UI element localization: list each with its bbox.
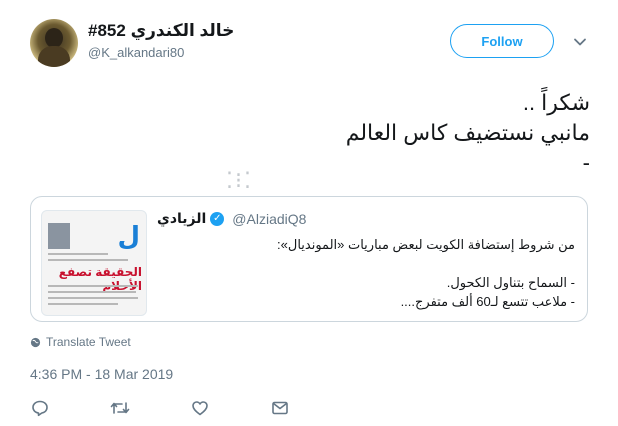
- author-handle[interactable]: @K_alkandari80: [88, 45, 184, 60]
- quoted-display-name: الزيادي: [157, 210, 207, 226]
- retweet-button[interactable]: [110, 398, 130, 418]
- tweet-actions: [30, 398, 300, 418]
- dm-icon: [272, 401, 288, 415]
- thumbnail-headline: الحقيقة تصفع الأحلام: [58, 265, 142, 293]
- chevron-down-icon[interactable]: [573, 35, 587, 49]
- author-display-name[interactable]: #خالد الكندري 852: [88, 21, 234, 41]
- tweet-text: شكراً .. مانبي نستضيف كاس العالم -: [345, 90, 590, 175]
- thumbnail-text-line: [48, 285, 138, 287]
- quoted-tweet-text: من شروط إستضافة الكويت لبعض مباريات «الم…: [277, 237, 575, 309]
- newspaper-logo-icon: ل: [117, 221, 140, 251]
- verified-icon: ✓: [210, 211, 225, 226]
- avatar-silhouette-body: [38, 46, 70, 67]
- quoted-tweet-thumbnail[interactable]: ل الحقيقة تصفع الأحلام: [41, 210, 147, 316]
- thumbnail-photo: [48, 223, 70, 249]
- like-button[interactable]: [190, 398, 210, 418]
- thumbnail-text-line: [48, 303, 118, 305]
- translate-tweet-link[interactable]: Translate Tweet: [30, 335, 131, 349]
- retweet-icon: [110, 402, 130, 414]
- tweet-timestamp[interactable]: 4:36 PM - 18 Mar 2019: [30, 366, 173, 382]
- direct-message-button[interactable]: [270, 398, 290, 418]
- thumbnail-text-line: [48, 297, 138, 299]
- reply-icon: [32, 400, 48, 417]
- avatar-silhouette-head: [45, 28, 63, 48]
- thumbnail-text-line: [48, 259, 128, 261]
- thumbnail-text-line: [48, 291, 136, 293]
- reply-button[interactable]: [30, 398, 50, 418]
- like-icon: [192, 401, 208, 416]
- translate-label: Translate Tweet: [46, 335, 131, 349]
- quoted-author[interactable]: الزيادي ✓ @AlziadiQ8: [157, 210, 306, 227]
- globe-icon: [30, 337, 41, 347]
- author-avatar[interactable]: [30, 19, 78, 67]
- thumbnail-text-line: [48, 253, 108, 255]
- follow-button[interactable]: Follow: [450, 24, 554, 58]
- quoted-handle: @AlziadiQ8: [232, 210, 307, 227]
- faint-overlay-mark: ⁚⁝⁚: [226, 168, 253, 193]
- quoted-tweet-card[interactable]: ل الحقيقة تصفع الأحلام الزيادي ✓ @Alziad…: [30, 196, 588, 322]
